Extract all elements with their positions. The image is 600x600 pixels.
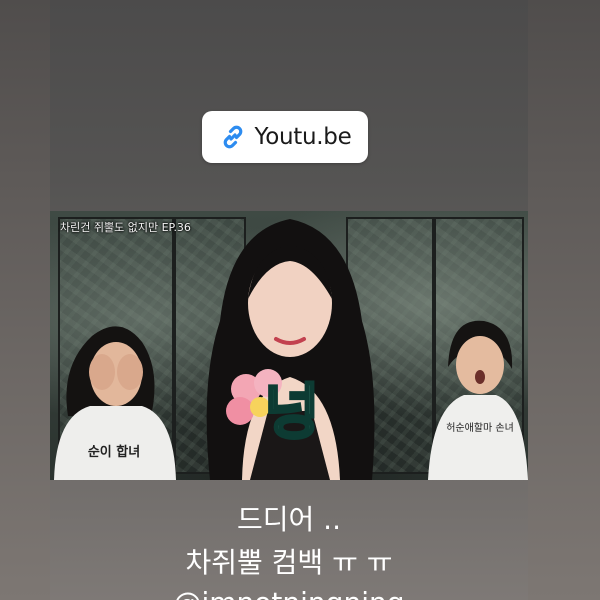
right-gutter (528, 0, 600, 600)
caption-line-2: 차쥐뿔 컴백 ㅠ ㅠ (185, 546, 393, 579)
center-host-figure: 넝 (206, 219, 375, 480)
video-thumbnail[interactable]: 순이 합녀 허순애할마 손녀 넝 차린건 쥐뿔도 없지만 EP.36 (50, 211, 528, 480)
story-viewer: Youtu.be 순이 합녀 허순애할마 손녀 넝 차린건 쥐뿔도 없지만 EP… (0, 0, 600, 600)
caption-mention[interactable]: @imnotningning (50, 586, 528, 600)
left-gutter (0, 0, 50, 600)
thumbnail-sticker-text: 넝 (264, 378, 319, 448)
link-sticker[interactable]: Youtu.be (202, 111, 368, 163)
right-shirt-text: 허순애할마 손녀 (446, 422, 514, 434)
left-guest-figure: 순이 합녀 (54, 326, 176, 480)
right-guest-figure: 허순애할마 손녀 (428, 320, 528, 480)
link-icon (219, 123, 247, 151)
left-shirt-text: 순이 합녀 (88, 444, 140, 460)
thumbnail-title: 차린건 쥐뿔도 없지만 EP.36 (60, 221, 191, 234)
caption-line-1: 드디어 .. (237, 503, 341, 536)
link-sticker-label: Youtu.be (254, 124, 352, 150)
